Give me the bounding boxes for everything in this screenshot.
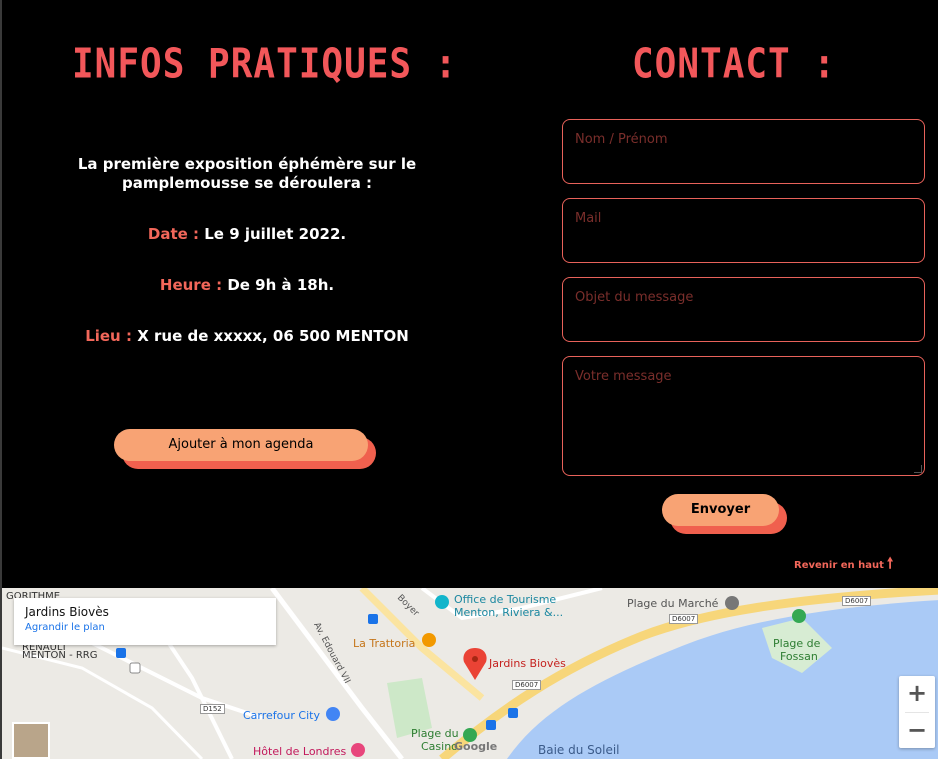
road-badge-d6007-2: D6007 [669, 614, 699, 624]
infos-title: INFOS PRATIQUES : [72, 40, 458, 89]
parking-icon [129, 662, 141, 674]
bus-icon [368, 614, 378, 624]
map-place-card: Jardins Biovès Agrandir le plan [14, 598, 276, 645]
date-value: Le 9 juillet 2022. [204, 225, 347, 243]
event-date: Date : Le 9 juillet 2022. [42, 225, 452, 243]
map-label-trattoria: La Trattoria [353, 637, 416, 650]
place-label: Lieu : [85, 327, 132, 345]
mail-field[interactable]: Mail [562, 198, 925, 263]
back-to-top-label: Revenir en haut [794, 560, 884, 571]
event-hour: Heure : De 9h à 18h. [42, 276, 452, 294]
road-badge-d6007-1: D6007 [842, 596, 872, 606]
map-place-name: Jardins Biovès [25, 605, 109, 619]
map-label-casino: Plage du [411, 727, 459, 740]
hotel-icon [351, 743, 365, 757]
location-pin-icon [463, 648, 487, 680]
map-label-baie: Baie du Soleil [538, 743, 620, 757]
subject-field[interactable]: Objet du message [562, 277, 925, 342]
hour-value: De 9h à 18h. [227, 276, 335, 294]
sea-area [507, 600, 938, 759]
map-label-menton-rrg: MENTON - RRG [22, 650, 98, 661]
map-label-carrefour: Carrefour City [243, 709, 320, 722]
map-label-pin: Jardins Biovès [489, 657, 566, 670]
restaurant-icon [422, 633, 436, 647]
send-button[interactable]: Envoyer [662, 494, 779, 526]
name-field[interactable]: Nom / Prénom [562, 119, 925, 184]
beach-fossan-icon [792, 609, 806, 623]
google-map[interactable]: Office de Tourisme Menton, Riviera &... … [0, 588, 938, 759]
marche-icon [725, 596, 739, 610]
date-label: Date : [147, 225, 200, 243]
zoom-control: + − [899, 676, 935, 748]
contact-title: CONTACT : [632, 40, 837, 89]
bus-icon-3 [508, 708, 518, 718]
event-intro: La première exposition éphémère sur le p… [77, 155, 417, 192]
infos-contact-section: INFOS PRATIQUES : CONTACT : La première … [0, 0, 938, 588]
satellite-toggle[interactable] [12, 722, 50, 759]
map-label-londres: Hôtel de Londres [253, 745, 347, 758]
map-label-tourism: Office de Tourisme [454, 593, 557, 606]
google-logo: Google [454, 740, 498, 753]
map-label-tourism2: Menton, Riviera &... [454, 606, 564, 619]
road-badge-d6007-3: D6007 [512, 680, 542, 690]
place-value: X rue de xxxxx, 06 500 MENTON [137, 327, 409, 345]
road-badge-d152: D152 [200, 704, 225, 714]
bus-icon-4 [486, 720, 496, 730]
event-place: Lieu : X rue de xxxxx, 06 500 MENTON [42, 327, 452, 345]
back-to-top-link[interactable]: Revenir en haut 🠕 [794, 553, 893, 578]
bus-icon-2 [116, 648, 126, 658]
zoom-in-button[interactable]: + [899, 676, 935, 712]
tourism-icon [435, 595, 449, 609]
map-label-casino2: Casino [421, 740, 458, 753]
zoom-out-button[interactable]: − [899, 713, 935, 749]
enlarge-map-link[interactable]: Agrandir le plan [25, 622, 265, 633]
shop-icon [326, 707, 340, 721]
hour-label: Heure : [159, 276, 223, 294]
message-field[interactable]: Votre message [562, 356, 925, 476]
add-to-agenda-button[interactable]: Ajouter à mon agenda [114, 429, 368, 461]
resize-grip-icon[interactable] [914, 465, 922, 473]
message-placeholder: Votre message [575, 369, 672, 384]
map-label-fossan: Plage de [773, 637, 821, 650]
arrow-up-icon: 🠕 [886, 554, 894, 572]
map-label-fossan2: Fossan [780, 650, 818, 663]
map-label-marche: Plage du Marché [627, 597, 719, 610]
